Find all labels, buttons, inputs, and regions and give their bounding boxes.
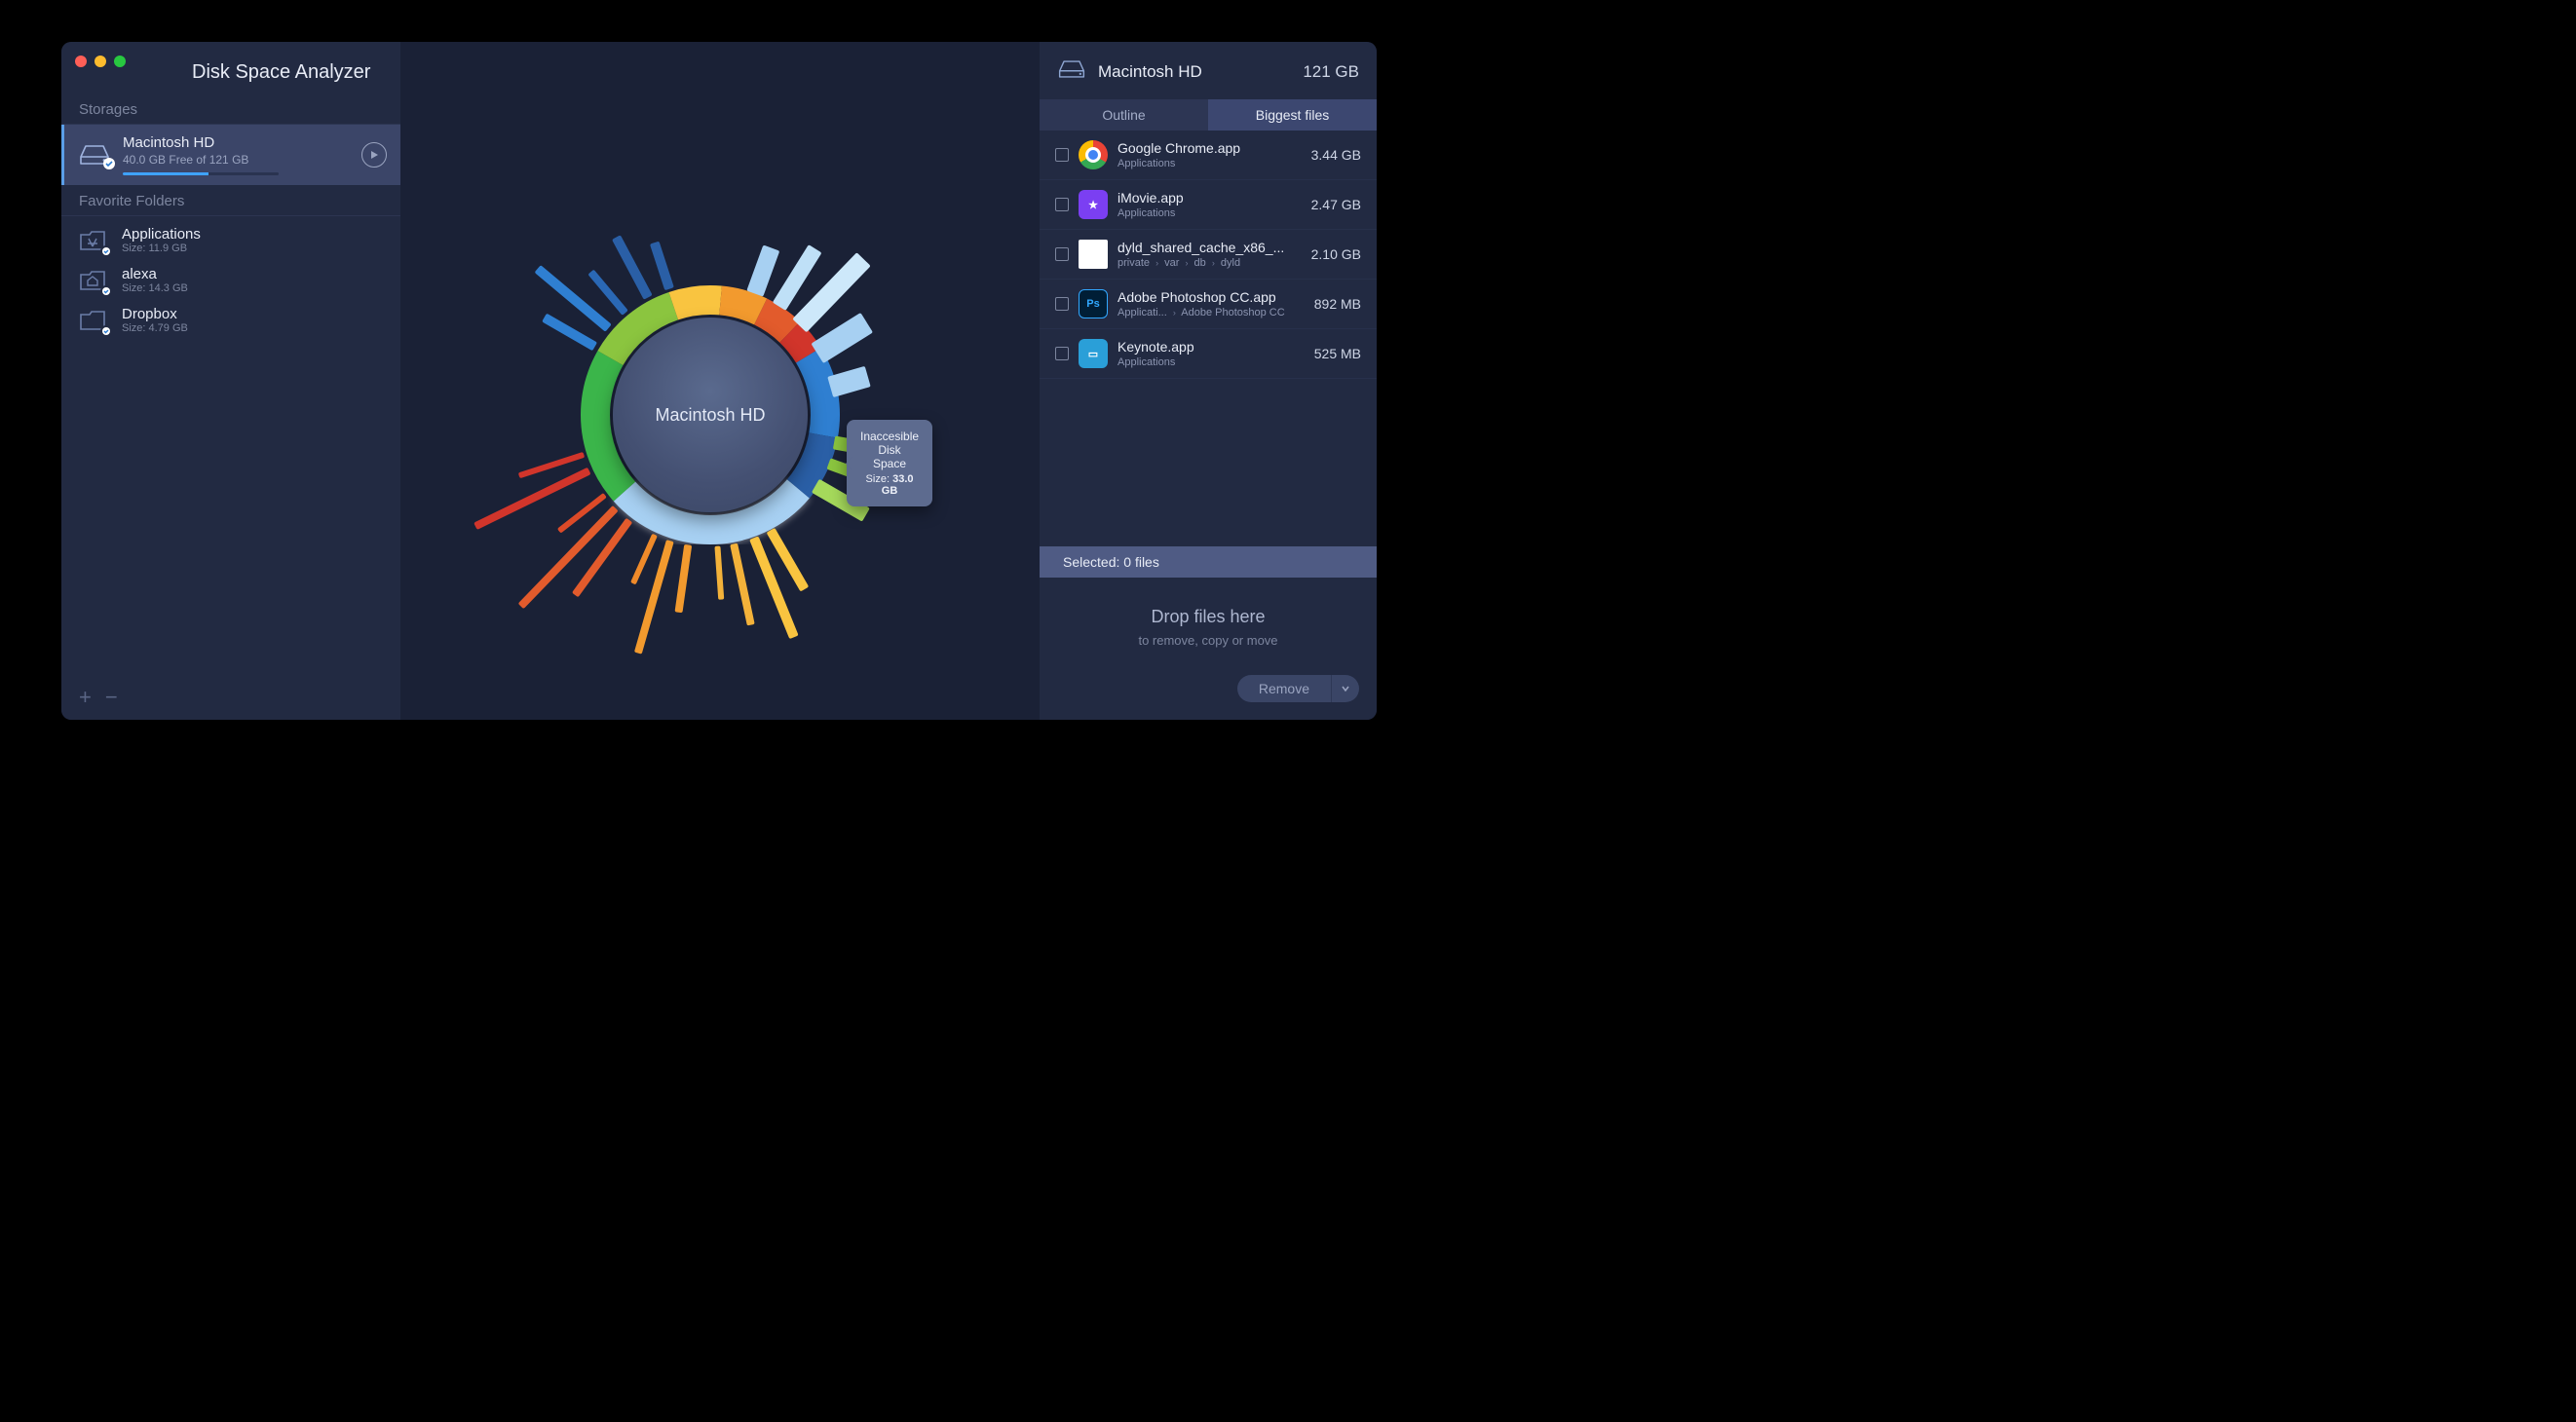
sunburst-chart[interactable]: Macintosh HD Inaccesible Disk Space Size… <box>511 152 929 610</box>
tooltip-title: Inaccesible Disk Space <box>860 430 919 470</box>
favorite-size: Size: 4.79 GB <box>122 322 188 334</box>
storages-section-label: Storages <box>61 101 400 125</box>
app-window: Disk Space Analyzer Storages Macintosh H… <box>61 42 1377 720</box>
file-name: Google Chrome.app <box>1118 140 1302 156</box>
app-icon <box>1079 140 1108 169</box>
file-checkbox[interactable] <box>1055 297 1069 311</box>
file-path: private › var › db › dyld <box>1118 257 1302 269</box>
file-checkbox[interactable] <box>1055 198 1069 211</box>
file-checkbox[interactable] <box>1055 347 1069 360</box>
file-row[interactable]: dyld_shared_cache_x86_...private › var ›… <box>1040 230 1377 280</box>
file-size: 2.47 GB <box>1311 197 1361 212</box>
tab-outline[interactable]: Outline <box>1040 99 1208 131</box>
tabs: Outline Biggest files <box>1040 99 1377 131</box>
favorite-item[interactable]: DropboxSize: 4.79 GB <box>61 300 400 340</box>
drop-sub: to remove, copy or move <box>1049 633 1367 648</box>
favorites-section-label: Favorite Folders <box>61 193 400 216</box>
file-checkbox[interactable] <box>1055 247 1069 261</box>
close-window-button[interactable] <box>75 56 87 67</box>
file-name: Keynote.app <box>1118 339 1305 355</box>
right-panel: Macintosh HD 121 GB Outline Biggest file… <box>1040 42 1377 720</box>
file-list[interactable]: Google Chrome.app Applications 3.44 GB ★ iMo… <box>1040 131 1377 546</box>
selected-bar: Selected: 0 files <box>1040 546 1377 578</box>
folder-icon <box>79 268 108 293</box>
favorite-name: alexa <box>122 266 188 282</box>
storage-progress <box>123 172 279 175</box>
right-disk-size: 121 GB <box>1303 62 1359 82</box>
sunburst-tooltip: Inaccesible Disk Space Size: 33.0 GB <box>847 420 932 506</box>
remove-favorite-button[interactable]: − <box>105 687 118 708</box>
file-size: 525 MB <box>1314 346 1361 361</box>
center-panel: Macintosh HD Inaccesible Disk Space Size… <box>400 42 1040 720</box>
right-disk-name: Macintosh HD <box>1098 62 1291 82</box>
window-controls <box>75 56 126 67</box>
favorites-list: ApplicationsSize: 11.9 GBalexaSize: 14.3… <box>61 216 400 344</box>
storage-item-macintosh-hd[interactable]: Macintosh HD 40.0 GB Free of 121 GB <box>61 125 400 185</box>
drop-zone[interactable]: Drop files here to remove, copy or move <box>1040 578 1377 657</box>
storage-sub: 40.0 GB Free of 121 GB <box>123 153 350 167</box>
bottom-bar: Remove <box>1040 657 1377 720</box>
storage-item-text: Macintosh HD 40.0 GB Free of 121 GB <box>123 134 350 175</box>
favorite-name: Applications <box>122 226 201 243</box>
file-path: Applications <box>1118 158 1302 169</box>
disk-icon <box>1057 57 1086 86</box>
favorite-name: Dropbox <box>122 306 188 322</box>
drop-title: Drop files here <box>1049 607 1367 627</box>
disk-icon <box>78 142 111 168</box>
sunburst-core[interactable]: Macintosh HD <box>613 318 808 512</box>
remove-button-dropdown[interactable] <box>1331 675 1359 702</box>
tab-biggest-files[interactable]: Biggest files <box>1208 99 1377 131</box>
file-row[interactable]: Google Chrome.app Applications 3.44 GB <box>1040 131 1377 180</box>
file-path: Applicati... › Adobe Photoshop CC <box>1118 307 1305 318</box>
file-name: Adobe Photoshop CC.app <box>1118 289 1305 305</box>
scan-button[interactable] <box>361 142 387 168</box>
file-name: dyld_shared_cache_x86_... <box>1118 240 1302 255</box>
minimize-window-button[interactable] <box>95 56 106 67</box>
file-path: Applications <box>1118 356 1305 368</box>
folder-icon <box>79 308 108 333</box>
storage-name: Macintosh HD <box>123 134 350 151</box>
app-icon: Ps <box>1079 289 1108 318</box>
sidebar: Disk Space Analyzer Storages Macintosh H… <box>61 42 400 720</box>
file-row[interactable]: Ps Adobe Photoshop CC.app Applicati... › A… <box>1040 280 1377 329</box>
app-icon <box>1079 240 1108 269</box>
favorite-item[interactable]: alexaSize: 14.3 GB <box>61 260 400 300</box>
favorite-size: Size: 14.3 GB <box>122 282 188 294</box>
file-name: iMovie.app <box>1118 190 1302 206</box>
file-size: 3.44 GB <box>1311 147 1361 163</box>
file-size: 2.10 GB <box>1311 246 1361 262</box>
file-checkbox[interactable] <box>1055 148 1069 162</box>
folder-icon <box>79 228 108 253</box>
file-path: Applications <box>1118 207 1302 219</box>
file-size: 892 MB <box>1314 296 1361 312</box>
favorite-size: Size: 11.9 GB <box>122 243 201 254</box>
sunburst-core-label: Macintosh HD <box>655 405 765 426</box>
sidebar-footer: + − <box>61 675 400 720</box>
app-icon: ★ <box>1079 190 1108 219</box>
remove-button[interactable]: Remove <box>1237 675 1359 702</box>
zoom-window-button[interactable] <box>114 56 126 67</box>
chevron-down-icon <box>1342 686 1349 692</box>
right-header: Macintosh HD 121 GB <box>1040 42 1377 99</box>
favorite-item[interactable]: ApplicationsSize: 11.9 GB <box>61 220 400 260</box>
tooltip-size: Size: 33.0 GB <box>860 473 919 497</box>
remove-button-label: Remove <box>1237 675 1331 702</box>
add-favorite-button[interactable]: + <box>79 687 92 708</box>
file-row[interactable]: ★ iMovie.appApplications 2.47 GB <box>1040 180 1377 230</box>
file-row[interactable]: ▭ Keynote.appApplications 525 MB <box>1040 329 1377 379</box>
app-icon: ▭ <box>1079 339 1108 368</box>
